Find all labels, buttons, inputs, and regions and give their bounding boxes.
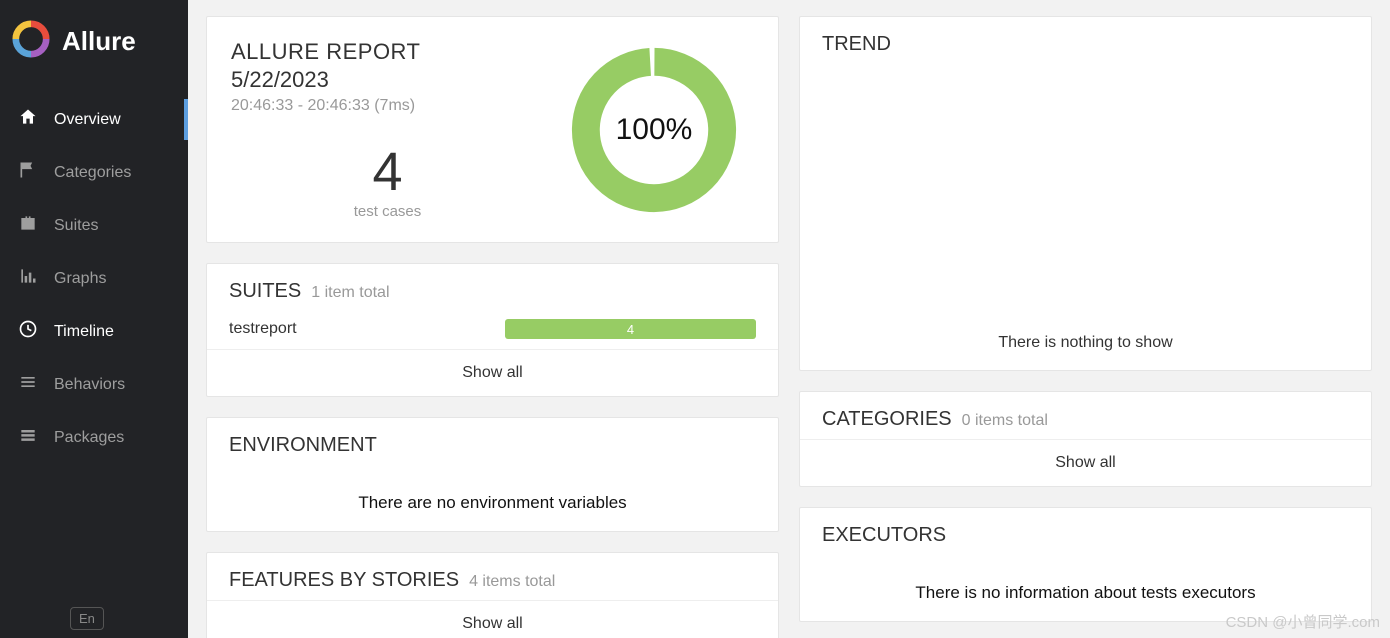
categories-show-all[interactable]: Show all xyxy=(800,439,1371,486)
donut-chart: 100% xyxy=(554,39,754,220)
environment-card: ENVIRONMENT There are no environment var… xyxy=(206,417,779,532)
trend-title: TREND xyxy=(822,33,891,56)
nav-label: Timeline xyxy=(54,323,114,341)
testcases-count: 4 xyxy=(231,145,544,199)
environment-title: ENVIRONMENT xyxy=(229,434,377,457)
briefcase-icon xyxy=(18,213,38,238)
suites-head: SUITES 1 item total xyxy=(207,264,778,311)
nav-label: Suites xyxy=(54,217,98,235)
nav-suites[interactable]: Suites xyxy=(0,199,188,252)
main: ALLURE REPORT 5/22/2023 20:46:33 - 20:46… xyxy=(188,0,1390,638)
nav-timeline[interactable]: Timeline xyxy=(0,305,188,358)
categories-head: CATEGORIES 0 items total xyxy=(800,392,1371,439)
suites-subtitle: 1 item total xyxy=(311,284,389,302)
trend-body: There is nothing to show xyxy=(800,64,1371,370)
report-time-range: 20:46:33 - 20:46:33 (7ms) xyxy=(231,97,544,115)
summary-info: ALLURE REPORT 5/22/2023 20:46:33 - 20:46… xyxy=(231,39,544,220)
suites-show-all[interactable]: Show all xyxy=(207,349,778,396)
nav-label: Behaviors xyxy=(54,376,125,394)
summary-card: ALLURE REPORT 5/22/2023 20:46:33 - 20:46… xyxy=(206,16,779,243)
executors-card: EXECUTORS There is no information about … xyxy=(799,507,1372,622)
suite-bar: 4 xyxy=(505,319,756,339)
nav-overview[interactable]: Overview xyxy=(0,93,188,146)
features-subtitle: 4 items total xyxy=(469,573,555,591)
testcases-label: test cases xyxy=(231,203,544,220)
list-icon xyxy=(18,372,38,397)
trend-head: TREND xyxy=(800,17,1371,64)
report-title: ALLURE REPORT xyxy=(231,39,544,65)
trend-card: TREND There is nothing to show xyxy=(799,16,1372,371)
brand-title: Allure xyxy=(62,26,136,57)
categories-title: CATEGORIES xyxy=(822,408,952,431)
clock-icon xyxy=(18,319,38,344)
executors-head: EXECUTORS xyxy=(800,508,1371,555)
nav-label: Graphs xyxy=(54,270,106,288)
layers-icon xyxy=(18,425,38,450)
left-column: ALLURE REPORT 5/22/2023 20:46:33 - 20:46… xyxy=(206,16,779,622)
nav-label: Packages xyxy=(54,429,124,447)
suite-name: testreport xyxy=(229,320,489,338)
nav: Overview Categories Suites Graphs Timeli… xyxy=(0,93,188,464)
features-head: FEATURES BY STORIES 4 items total xyxy=(207,553,778,600)
trend-message: There is nothing to show xyxy=(998,334,1172,352)
brand[interactable]: Allure xyxy=(0,0,188,83)
features-show-all[interactable]: Show all xyxy=(207,600,778,638)
sidebar: Allure Overview Categories Suites Graphs… xyxy=(0,0,188,638)
environment-head: ENVIRONMENT xyxy=(207,418,778,465)
testcases-block: 4 test cases xyxy=(231,145,544,220)
environment-message: There are no environment variables xyxy=(207,465,778,531)
flag-icon xyxy=(18,160,38,185)
features-title: FEATURES BY STORIES xyxy=(229,569,459,592)
categories-card: CATEGORIES 0 items total Show all xyxy=(799,391,1372,487)
allure-logo-icon xyxy=(12,20,50,63)
nav-packages[interactable]: Packages xyxy=(0,411,188,464)
executors-title: EXECUTORS xyxy=(822,524,946,547)
suites-card: SUITES 1 item total testreport 4 Show al… xyxy=(206,263,779,397)
home-icon xyxy=(18,107,38,132)
right-column: TREND There is nothing to show CATEGORIE… xyxy=(799,16,1372,622)
suites-title: SUITES xyxy=(229,280,301,303)
nav-graphs[interactable]: Graphs xyxy=(0,252,188,305)
nav-categories[interactable]: Categories xyxy=(0,146,188,199)
features-card: FEATURES BY STORIES 4 items total Show a… xyxy=(206,552,779,638)
nav-label: Categories xyxy=(54,164,131,182)
barchart-icon xyxy=(18,266,38,291)
suite-row[interactable]: testreport 4 xyxy=(207,311,778,349)
categories-subtitle: 0 items total xyxy=(962,412,1048,430)
suite-count: 4 xyxy=(627,322,634,337)
executors-message: There is no information about tests exec… xyxy=(800,555,1371,621)
language-selector[interactable]: En xyxy=(70,607,104,630)
report-date: 5/22/2023 xyxy=(231,67,544,93)
nav-behaviors[interactable]: Behaviors xyxy=(0,358,188,411)
pass-percentage: 100% xyxy=(616,113,693,147)
nav-label: Overview xyxy=(54,111,121,129)
